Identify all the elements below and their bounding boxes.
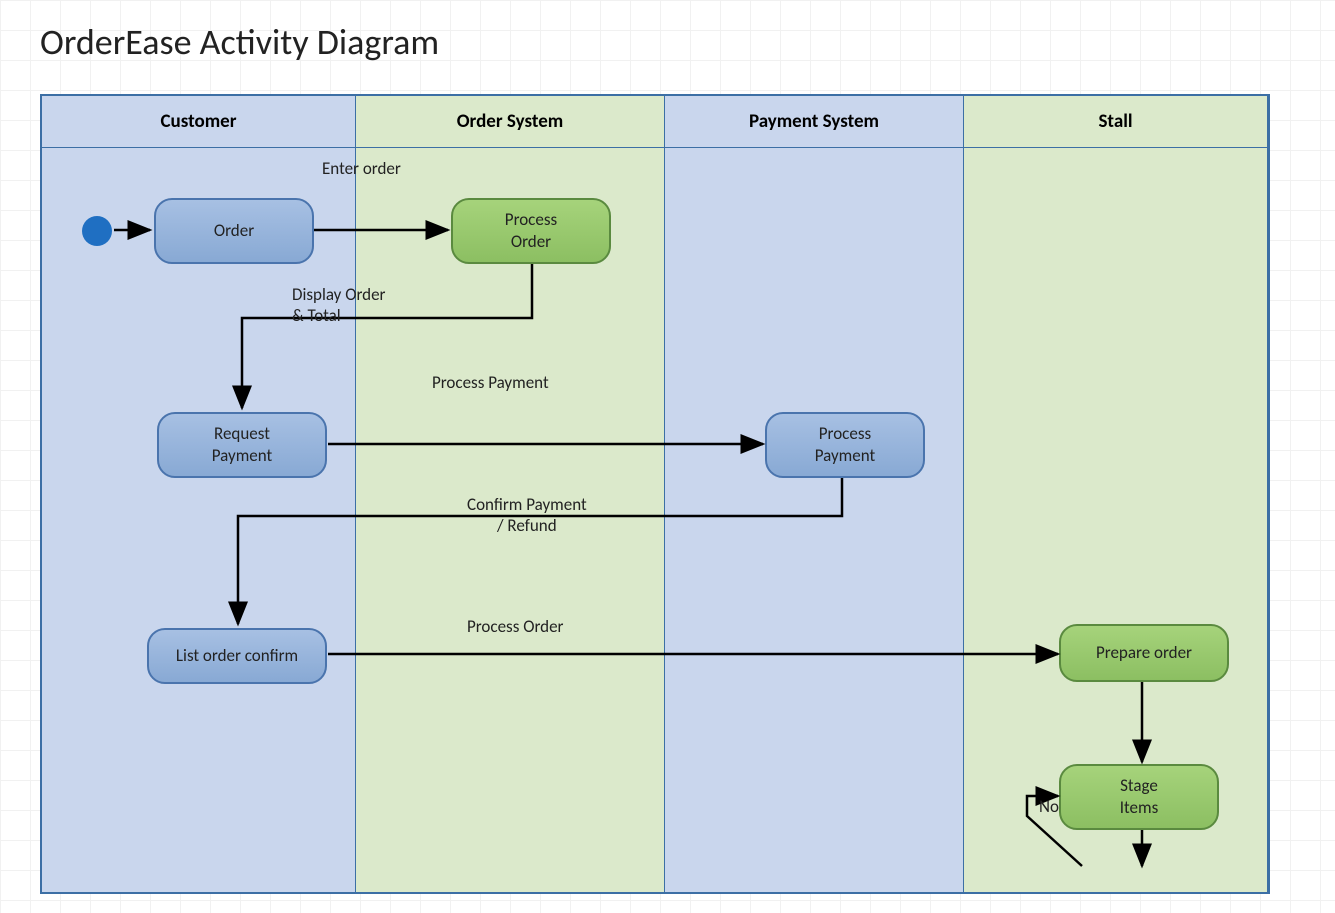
lane-customer: Customer Order RequestPayment List order… — [42, 96, 356, 892]
node-stage-items: StageItems — [1059, 764, 1219, 830]
node-request-payment: RequestPayment — [157, 412, 327, 478]
edge-label-confirm-refund: Confirm Payment/ Refund — [467, 494, 587, 536]
edge-label-process-order: Process Order — [467, 616, 563, 637]
node-process-payment: ProcessPayment — [765, 412, 925, 478]
lane-header-paymentsys: Payment System — [665, 96, 963, 148]
lane-body-paymentsys: ProcessPayment — [665, 148, 963, 892]
swimlane-container: Customer Order RequestPayment List order… — [40, 94, 1270, 894]
lane-header-ordersys: Order System — [356, 96, 664, 148]
lane-body-stall: Prepare order StageItems — [964, 148, 1267, 892]
node-prepare-order: Prepare order — [1059, 624, 1229, 682]
node-process-order: ProcessOrder — [451, 198, 611, 264]
edge-label-no: No — [1039, 796, 1059, 817]
node-list-order-confirm: List order confirm — [147, 628, 327, 684]
start-node-icon — [82, 216, 112, 246]
lane-stall: Stall Prepare order StageItems — [964, 96, 1268, 892]
edge-label-display-order: Display Order& Total — [292, 284, 385, 326]
diagram-page: OrderEase Activity Diagram Customer Orde… — [0, 0, 1335, 913]
page-title: OrderEase Activity Diagram — [40, 20, 1295, 64]
edge-label-process-payment: Process Payment — [432, 372, 549, 393]
lane-body-customer: Order RequestPayment List order confirm — [42, 148, 355, 892]
node-order: Order — [154, 198, 314, 264]
lane-paymentsys: Payment System ProcessPayment — [665, 96, 964, 892]
lane-header-stall: Stall — [964, 96, 1267, 148]
edge-label-enter-order: Enter order — [322, 158, 401, 179]
lane-header-customer: Customer — [42, 96, 355, 148]
